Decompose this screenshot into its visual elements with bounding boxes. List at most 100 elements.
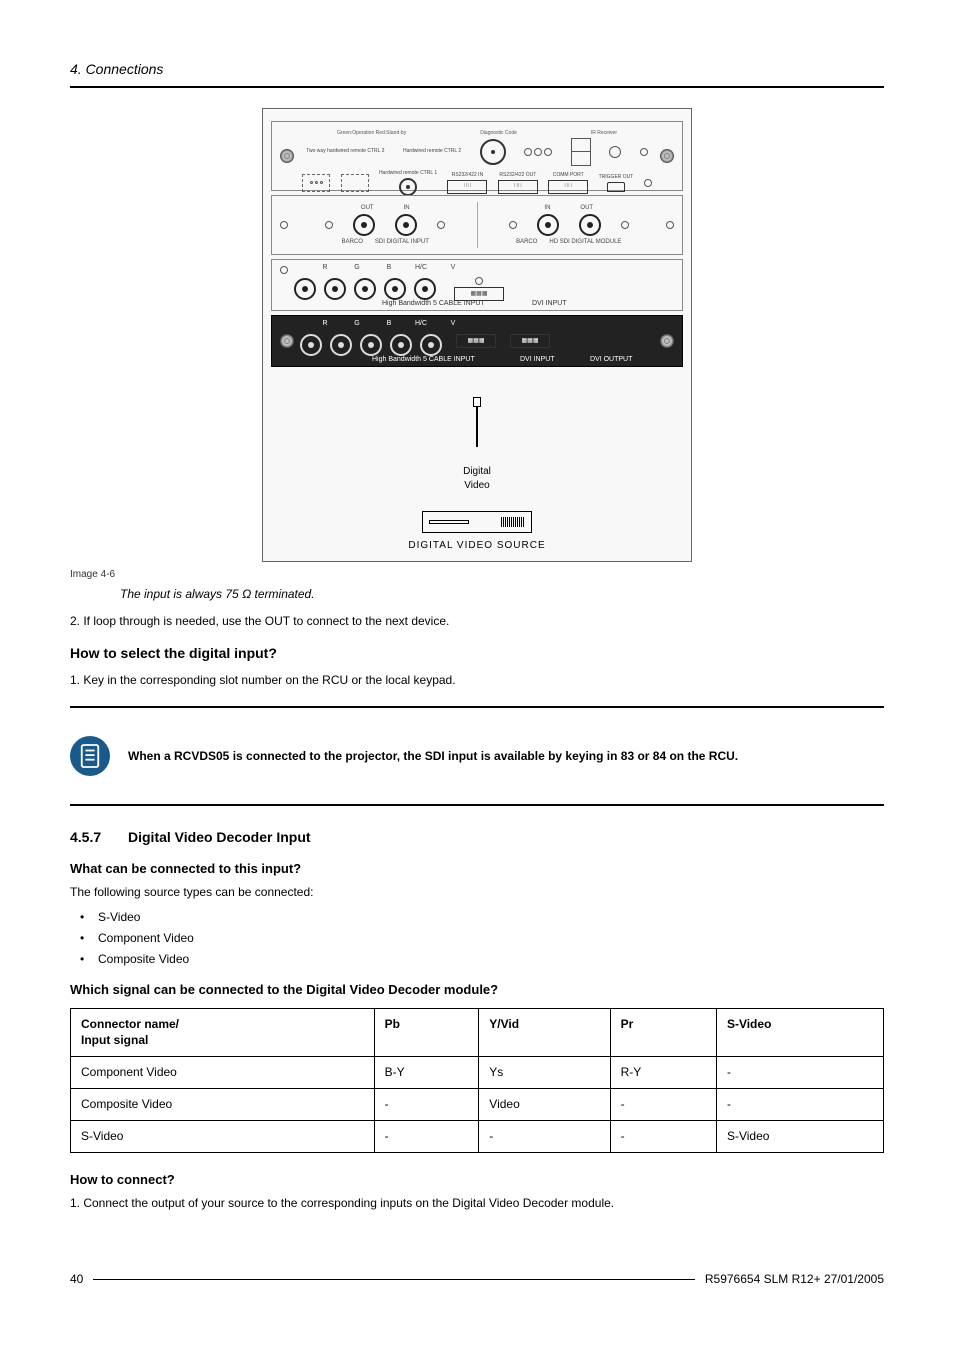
note-block: When a RCVDS05 is connected to the proje… — [70, 726, 884, 786]
ir-receiver-icon — [609, 146, 621, 158]
label: OUT — [580, 204, 593, 212]
section-header: 4. Connections — [70, 60, 884, 88]
serial-port-icon: ∷∷ — [548, 180, 588, 194]
led-icon — [524, 148, 532, 156]
table-header: Connector name/ Input signal — [71, 1008, 375, 1057]
label: R — [314, 263, 336, 273]
table-cell: S-Video — [716, 1120, 883, 1152]
bnc-icon — [390, 334, 412, 356]
table-header: S-Video — [716, 1008, 883, 1057]
table-row: S-Video - - - S-Video — [71, 1120, 884, 1152]
trigger-icon — [607, 182, 625, 192]
table-header: Pr — [610, 1008, 716, 1057]
bnc-icon — [353, 214, 375, 236]
label: G — [346, 263, 368, 273]
label: IR Receiver — [591, 130, 617, 137]
label: DVI INPUT — [532, 299, 567, 309]
label: IN — [544, 204, 550, 212]
source-caption: DIGITAL VIDEO SOURCE — [271, 539, 683, 553]
table-header: Y/Vid — [479, 1008, 610, 1057]
table-cell: - — [716, 1088, 883, 1120]
label: High Bandwidth 5 CABLE INPUT — [372, 355, 475, 365]
hole-icon — [280, 221, 288, 229]
table-header: Pb — [374, 1008, 479, 1057]
dvi-port-icon: ▦▦▦ — [456, 334, 496, 348]
note-icon — [70, 736, 110, 776]
section-title: Digital Video Decoder Input — [128, 828, 311, 848]
bnc-icon — [414, 278, 436, 300]
step-2: 2. If loop through is needed, use the OU… — [70, 613, 884, 630]
hole-icon — [640, 148, 648, 156]
heading-which-signal: Which signal can be connected to the Dig… — [70, 981, 884, 999]
label: BARCO — [342, 238, 363, 246]
label: TRIGGER OUT — [599, 174, 634, 181]
hole-icon — [666, 221, 674, 229]
label: SDI DIGITAL INPUT — [375, 238, 429, 246]
bnc-icon — [579, 214, 601, 236]
image-caption: Image 4-6 — [70, 568, 884, 582]
label: DVI OUTPUT — [590, 355, 632, 365]
table-row: Connector name/ Input signal Pb Y/Vid Pr… — [71, 1008, 884, 1057]
screw-icon — [280, 149, 294, 163]
divider — [70, 706, 884, 708]
dvi-port-icon: ▦▦▦ — [510, 334, 550, 348]
bnc-icon — [360, 334, 382, 356]
connection-diagram: Green:Operation Red:Stand-by Diagnostic … — [70, 108, 884, 563]
label: G — [346, 319, 368, 329]
bnc-icon — [324, 278, 346, 300]
table-cell: S-Video — [71, 1120, 375, 1152]
footer-line — [93, 1279, 695, 1280]
bnc-icon — [537, 214, 559, 236]
label: RS232/422 IN — [452, 172, 483, 179]
divider — [70, 804, 884, 806]
label: B — [378, 263, 400, 273]
serial-port-icon: ∷∷ — [498, 180, 538, 194]
label: V — [442, 263, 464, 273]
signal-table: Connector name/ Input signal Pb Y/Vid Pr… — [70, 1008, 884, 1153]
diagram-row-5cable-2: R G B H/C V ▦▦▦ ▦▦▦ High Bandwidth 5 CAB… — [271, 315, 683, 367]
disc-slot-icon — [429, 520, 469, 524]
screw-icon — [660, 334, 674, 348]
label: H/C — [410, 319, 432, 329]
label: IN — [404, 204, 410, 212]
table-cell: - — [716, 1057, 883, 1089]
table-cell: Component Video — [71, 1057, 375, 1089]
heading-select-digital: How to select the digital input? — [70, 644, 884, 664]
label: B — [378, 319, 400, 329]
heading-how-connect: How to connect? — [70, 1171, 884, 1189]
knob-icon — [480, 139, 506, 165]
bnc-icon — [420, 334, 442, 356]
bnc-icon — [384, 278, 406, 300]
label: OUT — [361, 204, 374, 212]
bnc-icon — [330, 334, 352, 356]
table-cell: Ys — [479, 1057, 610, 1089]
label: DVI INPUT — [520, 355, 555, 365]
termination-note: The input is always 75 Ω terminated. — [120, 586, 884, 603]
screw-icon — [280, 334, 294, 348]
knob-icon — [399, 178, 417, 196]
table-row: Composite Video - Video - - — [71, 1088, 884, 1120]
section-number: 4.5.7 — [70, 828, 110, 848]
doc-id: R5976654 SLM R12+ 27/01/2005 — [705, 1271, 884, 1288]
label: Green:Operation Red:Stand-by — [337, 130, 406, 137]
list-item: Component Video — [70, 928, 884, 949]
table-cell: R-Y — [610, 1057, 716, 1089]
label: HD SDI DIGITAL MODULE — [549, 238, 621, 246]
diagram-row-sdi: OUT IN BARCO SDI DIGITAL INPUT IN OUT BARCO… — [271, 195, 683, 256]
vent-icon — [501, 517, 525, 527]
label: V — [442, 319, 464, 329]
step-select-1: 1. Key in the corresponding slot number … — [70, 672, 884, 689]
table-cell: Composite Video — [71, 1088, 375, 1120]
bnc-icon — [395, 214, 417, 236]
page-footer: 40 R5976654 SLM R12+ 27/01/2005 — [70, 1271, 884, 1288]
table-cell: Video — [479, 1088, 610, 1120]
label: BARCO — [516, 238, 537, 246]
screw-icon — [660, 149, 674, 163]
how-step-1: 1. Connect the output of your source to … — [70, 1195, 884, 1212]
page-number: 40 — [70, 1271, 83, 1288]
label: Two way hardwired remote CTRL 3 — [306, 148, 384, 155]
table-cell: B-Y — [374, 1057, 479, 1089]
note-text: When a RCVDS05 is connected to the proje… — [128, 748, 738, 765]
label: RS232/422 OUT — [499, 172, 536, 179]
label: Diagnostic Code — [480, 130, 517, 137]
